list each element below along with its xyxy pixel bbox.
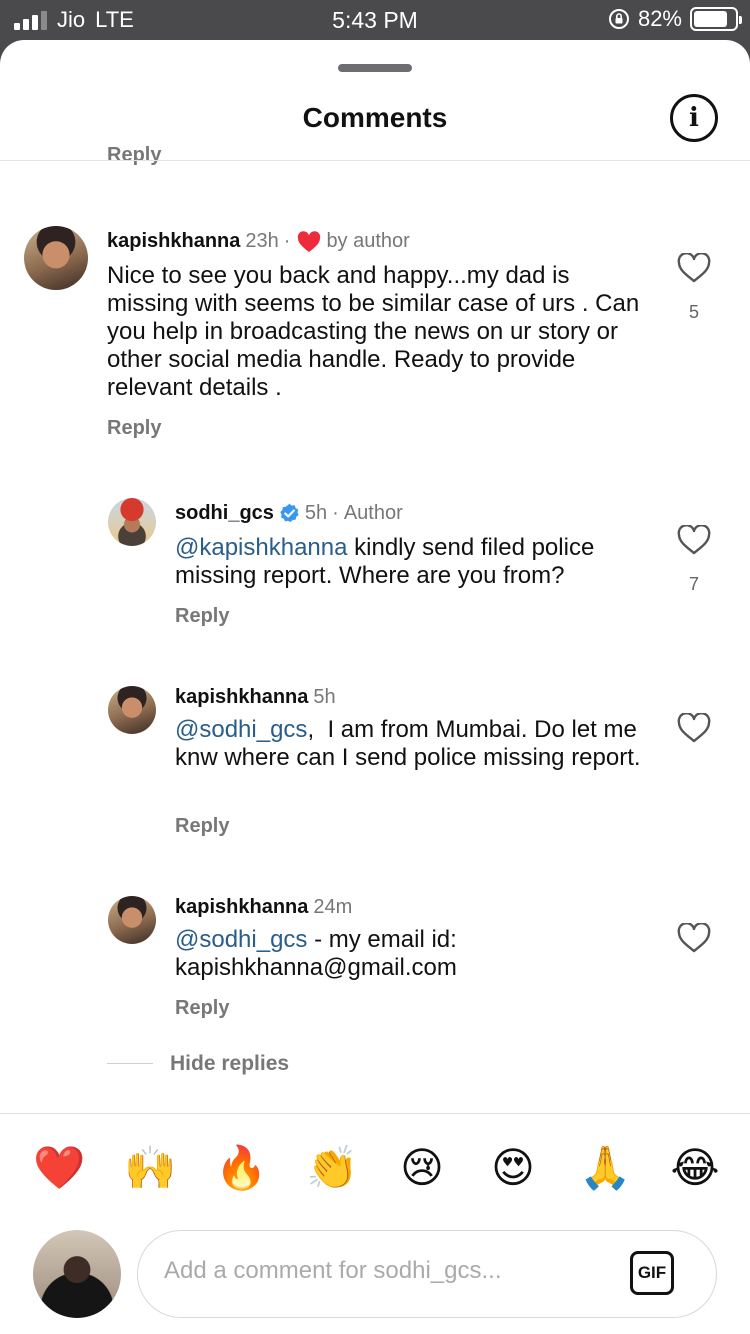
battery-fill: [694, 11, 727, 27]
liked-by-author-label: by author: [326, 230, 410, 252]
battery-icon: [690, 7, 742, 31]
comment-meta: kapishkhanna 24m: [175, 896, 352, 919]
comment-meta: kapishkhanna 23h · by author: [107, 230, 410, 253]
comment-username[interactable]: kapishkhanna: [175, 686, 308, 709]
meta-separator: ·: [332, 502, 339, 524]
orientation-lock-icon: [608, 9, 629, 29]
avatar[interactable]: [108, 686, 156, 734]
emoji-raised-hands[interactable]: 🙌: [124, 1143, 176, 1193]
header-divider: [0, 160, 750, 161]
like-heart-icon[interactable]: [677, 525, 711, 555]
comments-sheet: Comments i Reply kapishkhanna 23h · by a…: [0, 40, 750, 1334]
like-heart-icon[interactable]: [677, 923, 711, 953]
gif-label: GIF: [637, 1263, 667, 1282]
emoji-heart[interactable]: ❤️: [33, 1143, 85, 1193]
info-icon: i: [689, 103, 699, 133]
gif-button[interactable]: GIF: [630, 1251, 674, 1295]
comment-input[interactable]: Add a comment for sodhi_gcs...: [164, 1257, 604, 1285]
emoji-folded-hands[interactable]: 🙏: [579, 1143, 631, 1193]
author-badge: Author: [343, 502, 403, 524]
composer-divider: [0, 1113, 750, 1114]
author-liked-heart-icon: [298, 230, 321, 252]
meta-separator: ·: [283, 230, 291, 252]
avatar[interactable]: [24, 226, 88, 290]
comment-time: 5h: [313, 686, 336, 708]
reply-button[interactable]: Reply: [175, 605, 229, 628]
mention-link[interactable]: @sodhi_gcs: [175, 926, 307, 953]
emoji-reaction-bar: ❤️ 🙌 🔥 👏 😢 😍 🙏 😂: [0, 1143, 750, 1199]
partial-reply-link[interactable]: Reply: [107, 144, 161, 167]
status-bar: Jio LTE 5:43 PM 82%: [0, 0, 750, 40]
avatar[interactable]: [108, 896, 156, 944]
like-count: 7: [688, 574, 699, 594]
sheet-title: Comments: [302, 102, 448, 133]
comment-text: @sodhi_gcs, I am from Mumbai. Do let me …: [175, 716, 645, 772]
comment-text: @kapishkhanna kindly send filed police m…: [175, 534, 645, 590]
verified-badge-icon: [280, 503, 299, 522]
comment-time: 24m: [313, 896, 353, 918]
sheet-grabber[interactable]: [338, 64, 412, 72]
comment-username[interactable]: sodhi_gcs: [175, 502, 274, 525]
comment-username[interactable]: kapishkhanna: [107, 230, 240, 253]
info-button[interactable]: i: [670, 94, 718, 142]
emoji-tears-of-joy[interactable]: 😂: [670, 1143, 720, 1193]
mention-link[interactable]: @sodhi_gcs: [175, 716, 307, 743]
comment-text: @sodhi_gcs - my email id: kapishkhanna@g…: [175, 926, 505, 982]
comment-time: 23h: [245, 230, 279, 252]
status-right: 82%: [608, 6, 742, 32]
comment-meta: kapishkhanna 5h: [175, 686, 336, 709]
reply-button[interactable]: Reply: [107, 417, 161, 440]
emoji-fire[interactable]: 🔥: [215, 1143, 267, 1193]
emoji-heart-eyes[interactable]: 😍: [488, 1143, 538, 1193]
reply-button[interactable]: Reply: [175, 815, 229, 838]
comment-meta: sodhi_gcs 5h · Author: [175, 502, 403, 525]
current-user-avatar[interactable]: [33, 1230, 121, 1318]
emoji-clapping[interactable]: 👏: [306, 1143, 358, 1193]
avatar[interactable]: [108, 498, 156, 546]
hide-replies-divider: [107, 1063, 153, 1064]
like-count: 5: [688, 302, 699, 322]
battery-percent: 82%: [637, 6, 682, 31]
reply-button[interactable]: Reply: [175, 997, 229, 1020]
like-heart-icon[interactable]: [677, 253, 711, 283]
comment-username[interactable]: kapishkhanna: [175, 896, 308, 919]
comment-composer[interactable]: Add a comment for sodhi_gcs... GIF: [137, 1230, 717, 1318]
like-heart-icon[interactable]: [677, 713, 711, 743]
emoji-crying[interactable]: 😢: [397, 1143, 447, 1193]
comment-time: 5h: [304, 502, 328, 524]
comment-text: Nice to see you back and happy...my dad …: [107, 262, 640, 401]
hide-replies-button[interactable]: Hide replies: [170, 1052, 289, 1076]
mention-link[interactable]: @kapishkhanna: [175, 534, 347, 561]
